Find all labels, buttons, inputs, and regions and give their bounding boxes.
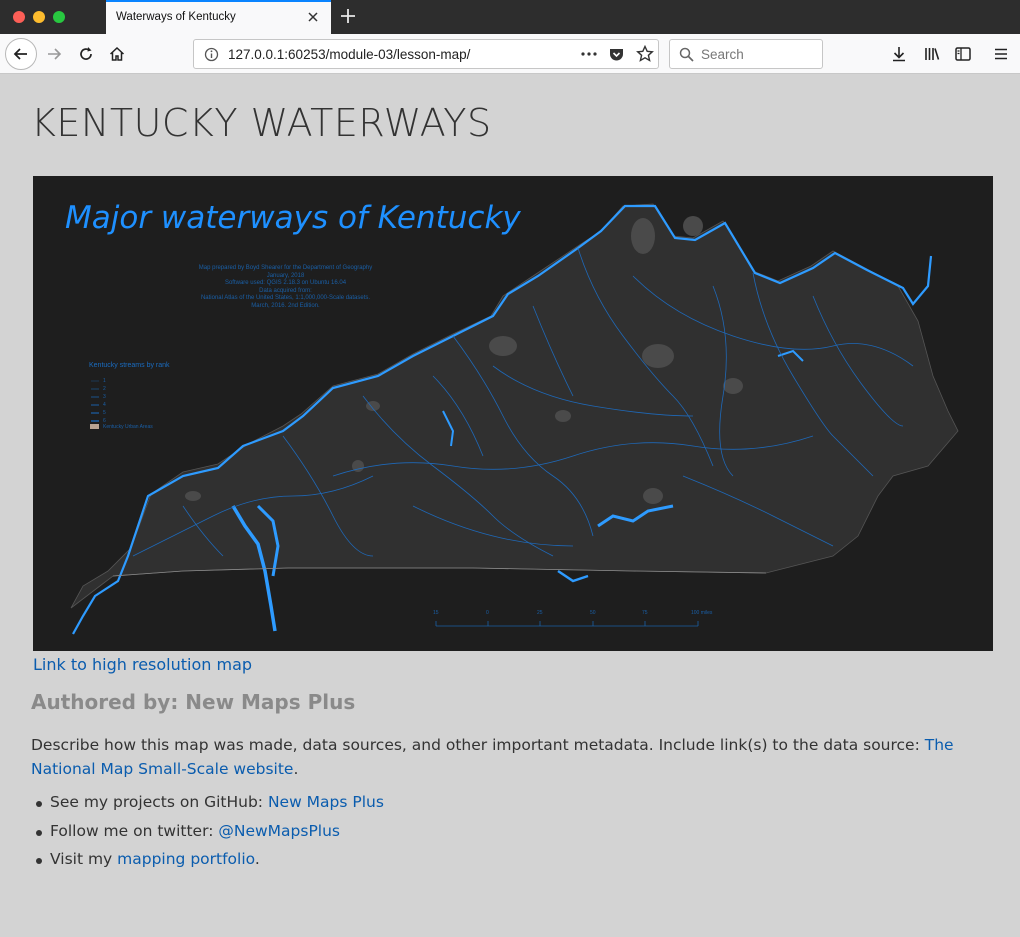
page-title: KENTUCKY WATERWAYS (31, 101, 492, 145)
sidebar-button[interactable] (949, 40, 977, 68)
tab-title: Waterways of Kentucky (116, 11, 236, 23)
bullet-icon (36, 829, 42, 836)
home-button[interactable] (103, 40, 131, 68)
legend-item: 2 (103, 386, 106, 392)
legend-item-urban: Kentucky Urban Areas (103, 424, 153, 430)
menu-button[interactable] (987, 40, 1015, 68)
url-text: 127.0.0.1:60253/module-03/lesson-map/ (228, 47, 471, 62)
bullet-icon (36, 858, 42, 864)
map-graphic (70, 203, 959, 635)
scale-label: 0 (486, 610, 489, 616)
map-credits: Map prepared by Boyd Shearer for the Dep… (168, 265, 403, 310)
legend-item: 1 (103, 378, 106, 384)
reload-icon (80, 47, 92, 60)
pocket-icon[interactable] (608, 46, 625, 63)
scale-bar (435, 621, 699, 627)
bullet-end: . (254, 850, 260, 868)
info-icon[interactable] (204, 47, 219, 62)
legend-swatches (91, 380, 99, 422)
scale-label: 50 (590, 610, 596, 616)
window-maximize-button[interactable] (53, 11, 65, 23)
tab-close-icon[interactable] (305, 9, 321, 25)
legend-item: 4 (103, 402, 106, 408)
list-item: See my projects on GitHub: New Maps Plus (31, 793, 384, 822)
credit-line: Software used: QGIS 2.18.3 on Ubuntu 16.… (224, 280, 347, 286)
library-button[interactable] (918, 40, 946, 68)
description-paragraph: Describe how this map was made, data sou… (31, 733, 991, 781)
map-title: Major waterways of Kentucky (65, 200, 521, 236)
github-link[interactable]: New Maps Plus (268, 793, 384, 811)
credit-line: National Atlas of the United States, 1:1… (200, 295, 371, 301)
scale-label: 100 miles (691, 610, 713, 616)
back-arrow-icon (13, 48, 27, 60)
downloads-button[interactable] (885, 40, 913, 68)
bullet-text: Follow me on twitter: (50, 821, 219, 840)
home-icon (109, 46, 125, 61)
download-icon (893, 47, 905, 62)
legend-title: Kentucky streams by rank (89, 362, 170, 369)
browser-navbar: 127.0.0.1:60253/module-03/lesson-map/ Se… (0, 34, 1020, 74)
author-heading: Authored by: New Maps Plus (31, 690, 356, 714)
bullet-icon (36, 801, 42, 807)
reload-button[interactable] (72, 40, 100, 68)
url-bar[interactable]: 127.0.0.1:60253/module-03/lesson-map/ (193, 39, 659, 69)
search-icon (679, 47, 694, 62)
legend-item: 5 (103, 410, 106, 416)
legend-item: 3 (103, 394, 106, 400)
description-text: Describe how this map was made, data sou… (31, 736, 925, 754)
description-end: . (293, 760, 299, 778)
library-icon (925, 48, 940, 60)
scale-label: 25 (537, 610, 543, 616)
credit-line: March, 2016. 2nd Edition. (251, 302, 320, 309)
scale-label: 75 (642, 610, 648, 616)
browser-tab-active[interactable]: Waterways of Kentucky (106, 0, 331, 34)
bullet-text: See my projects on GitHub: (50, 793, 268, 811)
search-placeholder: Search (701, 47, 744, 62)
legend-urban-swatch (90, 424, 99, 429)
bullet-text: Visit my (50, 850, 118, 868)
list-item: Visit my mapping portfolio. (31, 850, 384, 879)
forward-arrow-icon (48, 48, 62, 60)
new-tab-icon[interactable] (338, 6, 358, 26)
page-actions-icon[interactable] (580, 48, 598, 60)
back-button[interactable] (5, 38, 37, 70)
window-minimize-button[interactable] (33, 11, 45, 23)
hamburger-menu-icon (995, 48, 1007, 60)
forward-button[interactable] (40, 40, 68, 68)
sidebar-icon (955, 47, 971, 61)
portfolio-link[interactable]: mapping portfolio (117, 850, 255, 868)
links-list: See my projects on GitHub: New Maps Plus… (31, 793, 384, 879)
credit-line: January, 2018 (266, 272, 305, 279)
list-item: Follow me on twitter: @NewMapsPlus (31, 822, 384, 851)
kentucky-waterways-map[interactable]: Major waterways of Kentucky Map prepared… (33, 176, 993, 651)
search-bar[interactable]: Search (669, 39, 823, 69)
bookmark-star-icon[interactable] (636, 45, 654, 63)
credit-line: Data acquired from: (259, 287, 312, 294)
twitter-link[interactable]: @NewMapsPlus (218, 822, 340, 840)
window-close-button[interactable] (13, 11, 25, 23)
high-res-map-link[interactable]: Link to high resolution map (33, 655, 252, 674)
credit-line: Map prepared by Boyd Shearer for the Dep… (198, 265, 373, 271)
scale-label: 15 (433, 610, 439, 616)
browser-titlebar: Waterways of Kentucky (0, 0, 1020, 34)
